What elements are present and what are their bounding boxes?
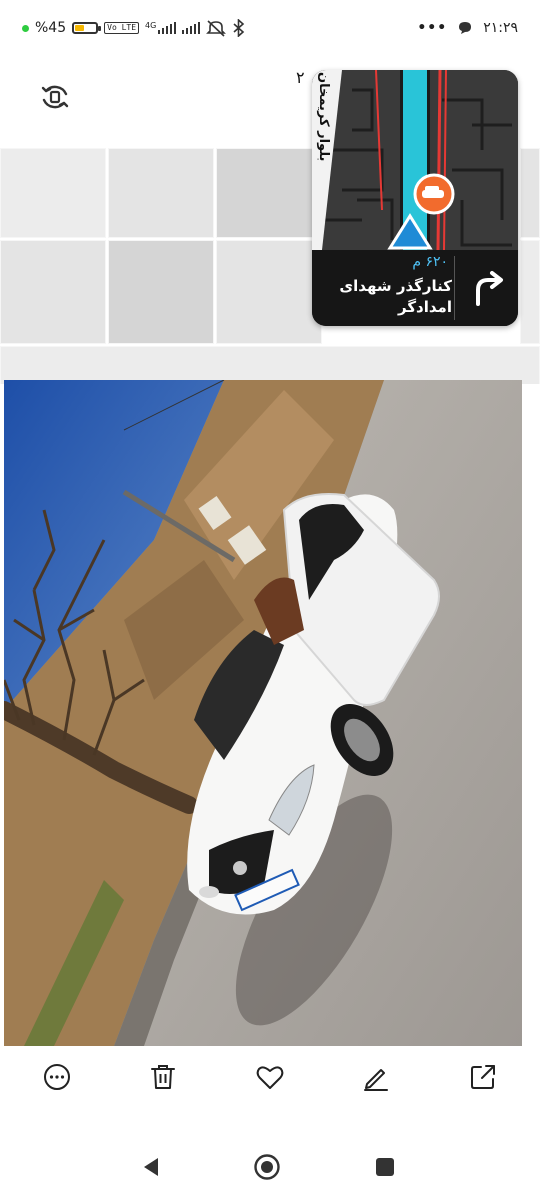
next-street: کنارگذر شهدای امدادگر: [339, 277, 452, 316]
photo-toolbar: [0, 1046, 540, 1110]
navigation-card[interactable]: بلوار کریمخان ۶۲۰ م کنارگذر شهدای امدادگ…: [312, 70, 518, 326]
back-icon: [144, 1158, 158, 1176]
share-button[interactable]: [466, 1060, 500, 1094]
battery-icon: [72, 22, 102, 34]
turn-right-arrow-icon: [476, 271, 503, 306]
back-button[interactable]: [136, 1152, 166, 1182]
signal-icon: [158, 22, 177, 34]
system-navigation-bar: [0, 1130, 540, 1200]
thumbnail[interactable]: [520, 148, 540, 238]
status-bar: %45 Vo LTE 4G ••• ۲۱:۲۹: [0, 0, 540, 56]
recents-button[interactable]: [370, 1152, 400, 1182]
heart-icon: [256, 1066, 284, 1089]
thumbnail[interactable]: [520, 240, 540, 344]
battery-fill: [75, 25, 85, 31]
delete-button[interactable]: [146, 1060, 180, 1094]
pencil-icon: [364, 1069, 388, 1091]
favorite-button[interactable]: [253, 1060, 287, 1094]
external-share-icon: [471, 1065, 495, 1089]
chat-bubble-icon: [459, 22, 472, 34]
recents-icon: [376, 1158, 394, 1176]
home-button[interactable]: [252, 1152, 282, 1182]
thumbnail[interactable]: [0, 240, 106, 344]
status-left: %45 Vo LTE 4G: [22, 19, 246, 37]
thumbnail[interactable]: [108, 240, 214, 344]
navigation-map: [312, 70, 518, 250]
trash-icon: [151, 1065, 175, 1089]
status-right: ••• ۲۱:۲۹: [417, 20, 518, 36]
thumbnail[interactable]: [0, 346, 540, 384]
thumbnail[interactable]: [216, 240, 322, 344]
more-button[interactable]: [40, 1060, 74, 1094]
rotate-icon: [41, 85, 69, 109]
volte-icon: Vo LTE: [104, 22, 140, 34]
edit-button[interactable]: [359, 1060, 393, 1094]
map-street-label: بلوار کریمخان: [316, 72, 331, 162]
photo-white-sedan[interactable]: [4, 380, 522, 1046]
more-horizontal-icon: [44, 1064, 70, 1090]
thumbnail[interactable]: [0, 148, 106, 238]
home-icon: [254, 1154, 280, 1180]
dot-indicator-icon: [22, 24, 29, 32]
signal-icon: [182, 22, 201, 34]
rotate-button[interactable]: [38, 80, 72, 114]
photo-canvas: [4, 380, 522, 1046]
cell-signal-1: 4G: [145, 21, 177, 34]
turn-distance: ۶۲۰ م: [412, 254, 448, 270]
more-dots-icon: •••: [417, 20, 448, 36]
page-counter: ۲: [296, 68, 305, 87]
mute-icon: [206, 20, 227, 37]
thumbnail[interactable]: [108, 148, 214, 238]
clock: ۲۱:۲۹: [483, 20, 518, 36]
bluetooth-icon: [233, 19, 245, 37]
thumbnail[interactable]: [216, 148, 322, 238]
network-badge: 4G: [145, 21, 157, 30]
divider: [454, 256, 455, 320]
battery-percent: %45: [35, 20, 67, 36]
